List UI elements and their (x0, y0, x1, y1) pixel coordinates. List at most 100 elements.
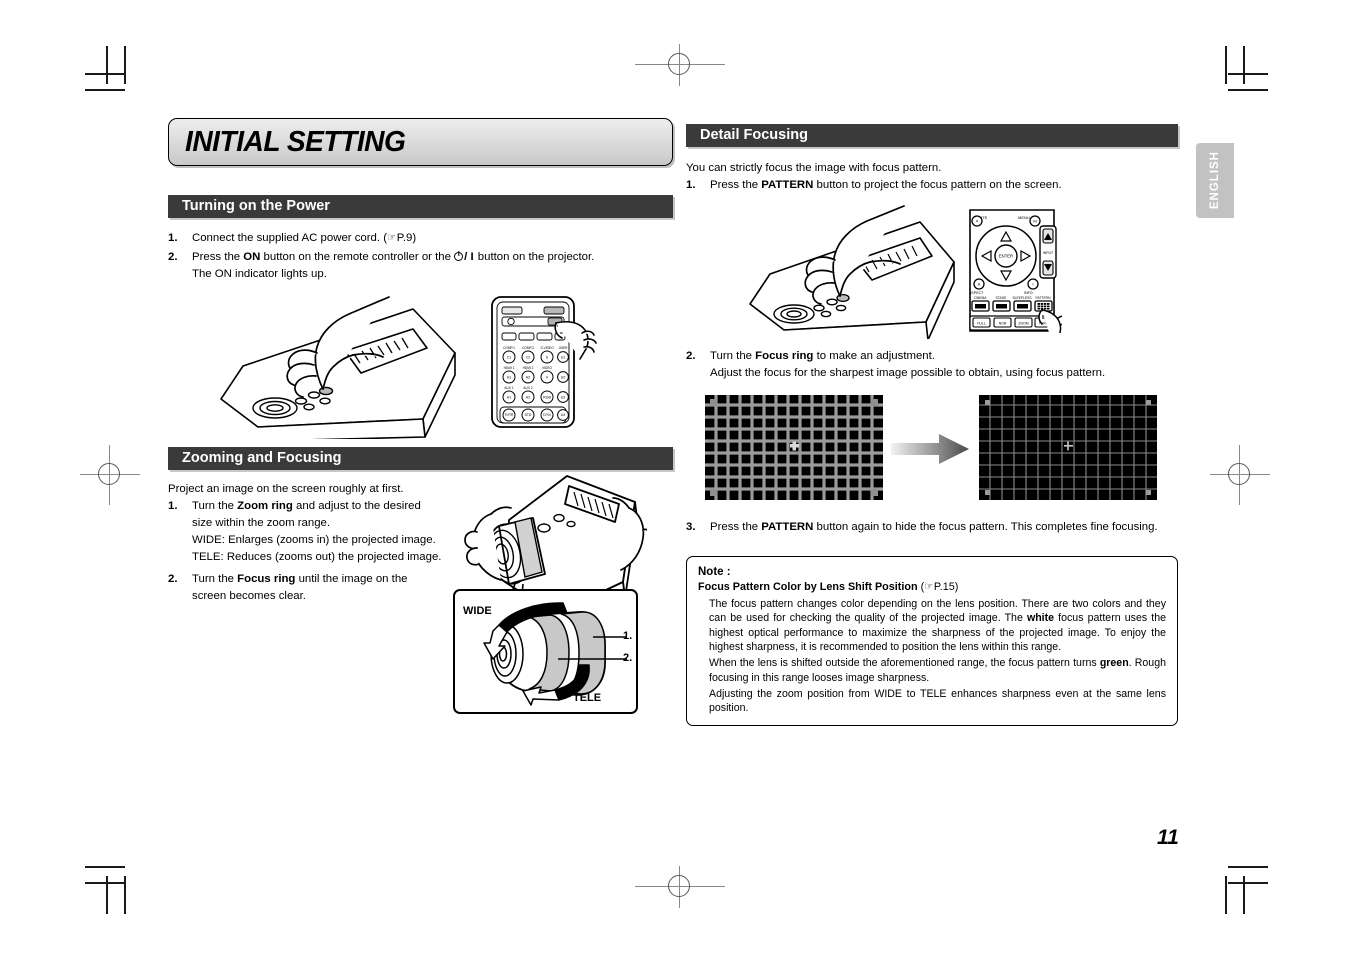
svg-text:COMP.2: COMP.2 (522, 346, 534, 350)
step-item: 1. Press the PATTERN button to project t… (686, 177, 1178, 194)
svg-text:ENTER: ENTER (999, 253, 1013, 258)
step-number: 1. (686, 178, 696, 191)
svg-text:SLEEPLESS: SLEEPLESS (1012, 296, 1032, 300)
step-subtext: The ON indicator lights up. (192, 268, 327, 280)
lens-callout-1: 1. (623, 630, 633, 642)
svg-text:U2: U2 (561, 375, 566, 379)
step-text: Turn the Focus ring until the image on t… (192, 571, 443, 605)
svg-text:INFO.: INFO. (1024, 291, 1034, 295)
step-item: 2. Turn the Focus ring to make an adjust… (686, 348, 1178, 365)
note-text-bold: white (1026, 612, 1055, 625)
section-heading-detail-focusing: Detail Focusing (686, 124, 1178, 147)
svg-text:H1: H1 (507, 375, 512, 379)
note-text-bold: green (1099, 657, 1129, 670)
chapter-title-bar: INITIAL SETTING (168, 118, 673, 166)
svg-text:ASPECT: ASPECT (969, 291, 984, 295)
svg-text:NOR: NOR (999, 321, 1007, 325)
svg-text:HDMI 1: HDMI 1 (504, 366, 515, 370)
step-text: Turn the Zoom ring and adjust to the des… (192, 498, 443, 532)
svg-text:A: A (978, 281, 981, 286)
step-item: 2. Turn the Focus ring until the image o… (168, 571, 443, 605)
note-paragraph: The focus pattern changes color dependin… (698, 597, 1166, 654)
section-heading-label: Detail Focusing (700, 127, 808, 143)
note-subtitle-text: Focus Pattern Color by Lens Shift Positi… (698, 580, 918, 593)
step-text: Turn the Focus ring to make an adjustmen… (710, 348, 1178, 365)
svg-text:C2: C2 (526, 355, 531, 359)
remote-pattern-buttons-illustration: MUTE MENU ENTER ☀ M A i ASPECT INFO. INP… (969, 208, 1062, 333)
step-text-part: Connect the supplied AC power cord. ( (192, 232, 388, 244)
power-symbol-icon (454, 252, 464, 261)
step-text-part: Press the (192, 251, 244, 263)
section-heading-label: Zooming and Focusing (182, 450, 342, 466)
step-number: 2. (168, 251, 178, 263)
svg-text:H2: H2 (526, 375, 531, 379)
step-text: Connect the supplied AC power cord. (☞ P… (192, 230, 673, 247)
step-text-part: Turn the (710, 349, 756, 362)
svg-text:AUX 1: AUX 1 (504, 386, 513, 390)
svg-text:U4: U4 (561, 413, 565, 417)
lens-label-wide: WIDE (463, 605, 492, 617)
step-text-part: button again to hide the focus pattern. … (813, 520, 1158, 533)
svg-text:A1: A1 (507, 395, 511, 399)
step-text: Press the PATTERN button again to hide t… (710, 519, 1178, 536)
svg-text:DYN: DYN (543, 413, 551, 417)
step-text-part: Turn the (192, 499, 238, 512)
svg-text:i: i (1033, 281, 1034, 286)
page-reference: P.15 (933, 580, 955, 593)
lens-callout-box: WIDE TELE 1. 2. (453, 589, 638, 714)
step-item: 1. Connect the supplied AC power cord. (… (168, 230, 673, 247)
step-subtext: TELE: Reduces (zooms out) the projected … (192, 550, 442, 563)
step-number: 1. (168, 499, 178, 512)
focus-pattern-sharp (979, 394, 1157, 500)
svg-text:STD: STD (525, 413, 532, 417)
figure-power-on: COMP.1 COMP.2 S-VIDEO USER HDMI 1 HDMI 2 VIDE… (168, 291, 673, 439)
section-heading-turning-on-power: Turning on the Power (168, 195, 673, 218)
step-text-part: button on the remote controller or the (260, 251, 455, 263)
step-text-part: Press the (710, 178, 762, 191)
right-column: Detail Focusing You can strictly focus t… (686, 124, 1178, 727)
step-number: 3. (686, 520, 696, 533)
step-text-bold: ON (243, 251, 261, 263)
step-text-bold: Focus ring (755, 349, 814, 362)
svg-text:STAGE: STAGE (996, 296, 1008, 300)
svg-text:HDMI 2: HDMI 2 (523, 366, 534, 370)
lens-label-tele: TELE (573, 692, 602, 704)
svg-text:ZOOM: ZOOM (1018, 321, 1028, 325)
step-text: Press the ON button on the remote contro… (192, 249, 673, 266)
step-text-bold: Focus ring (237, 572, 296, 585)
step-text-part: button to project the focus pattern on t… (813, 178, 1062, 191)
language-tab: ENGLISH (1196, 143, 1234, 218)
svg-text:S-VIDEO: S-VIDEO (540, 346, 554, 350)
note-title: Note : (698, 565, 731, 578)
svg-text:PATTERN: PATTERN (1036, 296, 1052, 300)
document-page: ENGLISH INITIAL SETTING Turning on the P… (0, 0, 1351, 954)
section-intro-text: Project an image on the screen roughly a… (168, 483, 404, 495)
section-heading-label: Turning on the Power (182, 198, 330, 214)
step-item: 2. Press the ON button on the remote con… (168, 249, 673, 266)
step-text: Press the PATTERN button to project the … (710, 177, 1178, 194)
label-menu: MENU (1018, 215, 1030, 220)
step-subtext: Adjust the focus for the sharpest image … (710, 366, 1106, 379)
step-item: 3. Press the PATTERN button again to hid… (686, 519, 1178, 536)
see-also-hand-icon: ☞ (924, 581, 934, 593)
svg-text:AUX 2: AUX 2 (523, 386, 532, 390)
figure-focus-patterns (686, 393, 1178, 505)
step-number: 1. (168, 232, 178, 244)
svg-text:USER: USER (559, 346, 569, 350)
svg-text:COMP.1: COMP.1 (503, 346, 515, 350)
language-tab-label: ENGLISH (1209, 151, 1221, 210)
svg-text:THTR: THTR (504, 413, 514, 417)
note-paragraph: Adjusting the zoom position from WIDE to… (709, 687, 1166, 715)
step-number: 2. (686, 349, 696, 362)
step-subtext: WIDE: Enlarges (zooms in) the projected … (192, 533, 436, 546)
power-button-highlight (318, 386, 334, 396)
step-text-part: Press the (710, 520, 762, 533)
svg-text:FULL: FULL (977, 321, 985, 325)
svg-text:VIDEO: VIDEO (542, 366, 552, 370)
section-intro-text: You can strictly focus the image with fo… (686, 162, 942, 174)
transition-arrow (891, 433, 969, 465)
pattern-button-highlight (836, 293, 850, 302)
svg-text:RGB: RGB (543, 395, 551, 399)
step-text-bold: Zoom ring (237, 499, 293, 512)
svg-text:U3: U3 (561, 395, 566, 399)
